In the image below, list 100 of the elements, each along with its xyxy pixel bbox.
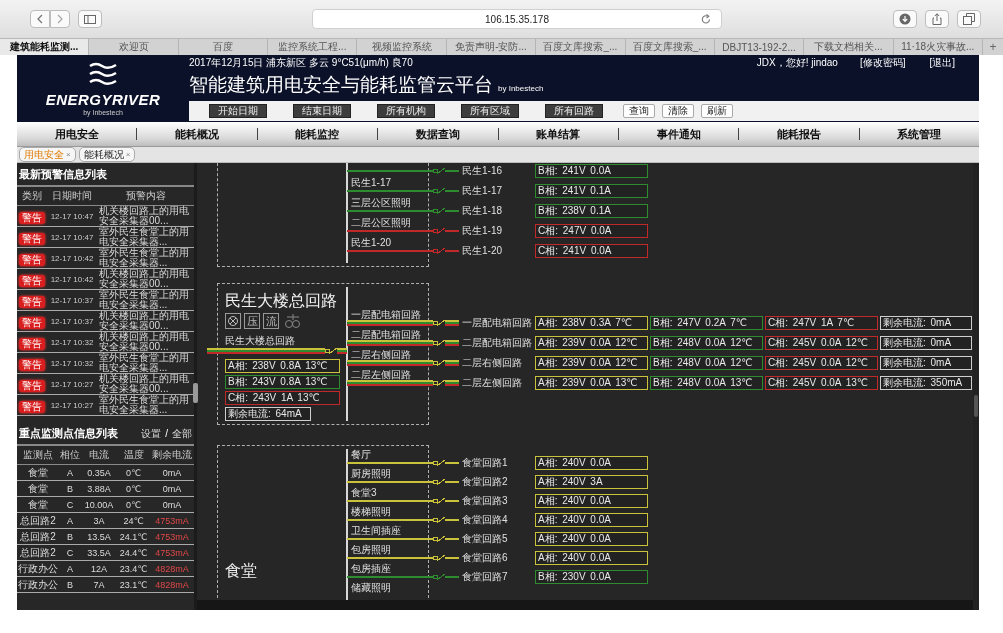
action-button[interactable]: 清除 <box>662 104 694 118</box>
circuit-label: 二层左侧回路 <box>462 377 522 389</box>
table-cell: B <box>59 480 81 497</box>
table-cell: 机关楼回路上的用电安全采集器00... <box>97 268 194 290</box>
filter-button[interactable]: 开始日期 <box>209 104 267 118</box>
phase-reading: B相: 238V 0.1A <box>535 204 648 218</box>
phase-reading: 剩余电流: 0mA <box>880 356 972 370</box>
table-cell: 12A <box>81 560 117 577</box>
circuit-label: 食堂回路5 <box>462 533 508 545</box>
circuit-label: 民生1-20 <box>462 245 502 257</box>
table-cell: 机关楼回路上的用电安全采集器00... <box>97 331 194 353</box>
table-cell: 23.4℃ <box>117 560 150 577</box>
filter-button[interactable]: 所有回路 <box>545 104 603 118</box>
column-header: 监测点 <box>17 445 59 465</box>
nav-item[interactable]: 数据查询 <box>378 126 498 142</box>
circuit-label: 民生1-17 <box>462 185 502 197</box>
phase-reading: A相: 240V 0.0A <box>535 456 648 470</box>
collapse-handle[interactable] <box>193 383 198 403</box>
table-cell: 0mA <box>150 480 194 497</box>
phase-reading: B相: 248V 0.0A 12℃ <box>650 356 763 370</box>
branch-label: 楼梯照明 <box>351 506 391 518</box>
branch-label: 食堂3 <box>351 487 377 499</box>
warning-badge: 警告 <box>19 275 45 287</box>
phase-reading: A相: 239V 0.0A 12℃ <box>535 336 648 350</box>
page-tab[interactable]: 能耗概况 × <box>78 147 136 162</box>
browser-tab[interactable]: 建筑能耗监测... <box>0 39 90 55</box>
table-cell: 0℃ <box>117 496 150 513</box>
branch-label: 二层左侧回路 <box>351 369 411 381</box>
phase-reading: A相: 240V 0.0A <box>535 551 648 565</box>
column-header: 类别 <box>17 186 47 206</box>
phase-reading: 剩余电流: 350mA <box>880 376 972 390</box>
column-header: 温度 <box>117 445 150 465</box>
circuit-label: 民生1-18 <box>462 205 502 217</box>
meter-button[interactable]: 流 <box>263 313 279 329</box>
branch-label: 卫生间插座 <box>351 525 401 537</box>
table-cell: 33.5A <box>81 544 117 561</box>
nav-item[interactable]: 账单结算 <box>498 126 618 142</box>
sidebar-button[interactable] <box>78 10 102 28</box>
back-button[interactable] <box>30 10 50 28</box>
warning-badge: 警告 <box>19 317 45 329</box>
user-link[interactable]: [修改密码] <box>859 56 906 70</box>
action-button[interactable]: 刷新 <box>701 104 733 118</box>
new-tab-button[interactable]: + <box>982 39 1003 55</box>
tabs-button[interactable] <box>957 10 981 28</box>
filter-button[interactable]: 所有机构 <box>377 104 435 118</box>
meter-button[interactable]: 压 <box>244 313 260 329</box>
action-button[interactable]: 查询 <box>623 104 655 118</box>
circuit-label: 食堂回路6 <box>462 552 508 564</box>
circuit-label: 民生1-16 <box>462 165 502 177</box>
nav-item[interactable]: 能耗报告 <box>739 126 859 142</box>
warning-badge: 警告 <box>19 359 45 371</box>
circuit-label: 食堂回路4 <box>462 514 508 526</box>
table-cell: 0mA <box>150 464 194 481</box>
table-cell: 12-17 10:32 <box>47 331 97 353</box>
tabs-icon <box>963 13 975 25</box>
phase-reading: A相: 240V 3A <box>535 475 648 489</box>
reload-icon[interactable] <box>701 14 711 25</box>
column-header: 电流 <box>81 445 117 465</box>
phase-reading: B相: 241V 0.1A <box>535 184 648 198</box>
phase-reading: B相: 247V 0.2A 7℃ <box>650 316 763 330</box>
nav-item[interactable]: 能耗监控 <box>257 126 378 142</box>
table-cell: 3.88A <box>81 480 117 497</box>
settings-link[interactable]: 设置 <box>141 426 162 441</box>
sensor-icon <box>284 313 302 329</box>
phase-reading: 剩余电流: 64mA <box>225 407 311 421</box>
panel-title: 最新预警信息列表 <box>19 167 107 182</box>
table-cell: 食堂 <box>17 480 59 497</box>
nav-item[interactable]: 能耗概况 <box>137 126 257 142</box>
table-cell: 总回路2 <box>17 544 59 561</box>
filter-button[interactable]: 所有区域 <box>461 104 519 118</box>
user-link[interactable]: [退出] <box>929 56 955 70</box>
brand-logo: ENERGYRIVER <box>45 91 161 108</box>
table-cell: 室外民生食堂上的用电安全采集器... <box>97 352 194 374</box>
sidebar-icon <box>84 14 96 24</box>
filter-button[interactable]: 结束日期 <box>293 104 351 118</box>
phase-reading: C相: 241V 0.0A <box>535 244 648 258</box>
share-button[interactable] <box>925 10 949 28</box>
address-field[interactable]: 106.15.35.178 <box>312 9 722 29</box>
share-icon <box>931 13 943 25</box>
scrollbar[interactable] <box>974 395 978 417</box>
warning-badge: 警告 <box>19 380 45 392</box>
table-cell: 4828mA <box>150 576 194 593</box>
warning-badge: 警告 <box>19 296 45 308</box>
table-cell: 4753mA <box>150 512 194 529</box>
phase-reading: C相: 245V 0.0A 12℃ <box>765 356 878 370</box>
download-button[interactable] <box>893 10 917 28</box>
phase-reading: B相: 248V 0.0A 13℃ <box>650 376 763 390</box>
phase-reading: A相: 240V 0.0A <box>535 494 648 508</box>
warning-badge: 警告 <box>19 212 45 224</box>
nav-item[interactable]: 系统管理 <box>859 126 979 142</box>
tab-close-button[interactable]: × <box>125 148 131 161</box>
scrollbar[interactable] <box>197 600 973 610</box>
table-cell: 0.35A <box>81 464 117 481</box>
table-cell: 12-17 10:37 <box>47 310 97 332</box>
nav-item[interactable]: 事件通知 <box>618 126 739 142</box>
table-cell: 机关楼回路上的用电安全采集器00... <box>97 205 194 227</box>
phase-reading: A相: 240V 0.0A <box>535 513 648 527</box>
all-link[interactable]: 全部 <box>172 426 192 441</box>
nav-item[interactable]: 用电安全 <box>17 126 137 142</box>
table-cell: 7A <box>81 576 117 593</box>
